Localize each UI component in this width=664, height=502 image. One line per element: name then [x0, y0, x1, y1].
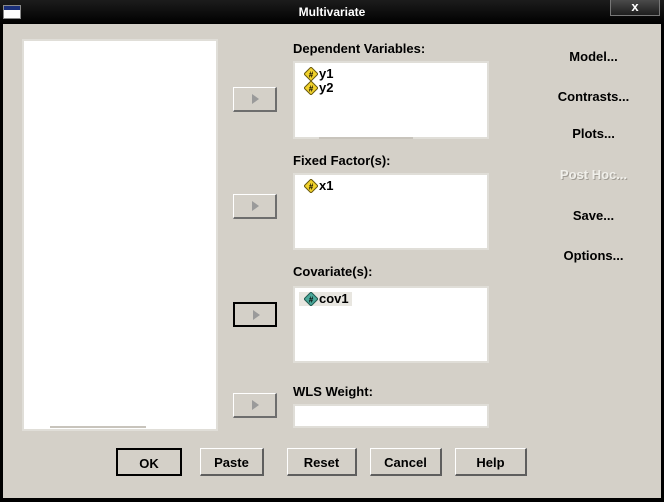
covariates-list[interactable]: # cov1: [293, 286, 489, 363]
ok-button[interactable]: OK: [116, 448, 182, 476]
scale-variable-icon: #: [304, 292, 318, 306]
list-item[interactable]: # x1: [299, 179, 336, 193]
plots-button[interactable]: Plots...: [539, 121, 648, 146]
cancel-button[interactable]: Cancel: [370, 448, 442, 476]
wls-weight-label: WLS Weight:: [293, 384, 373, 399]
right-arrow-icon: [252, 400, 259, 410]
move-to-covariate-button[interactable]: [233, 302, 277, 327]
wls-weight-field[interactable]: [293, 404, 489, 428]
scale-variable-icon: #: [304, 179, 318, 193]
source-variable-list[interactable]: [22, 39, 218, 431]
svg-text:#: #: [309, 183, 314, 192]
variable-name: y2: [319, 80, 334, 95]
horizontal-scrollbar[interactable]: [319, 137, 413, 139]
help-button[interactable]: Help: [455, 448, 527, 476]
variable-name: y1: [319, 66, 334, 81]
reset-button[interactable]: Reset: [287, 448, 357, 476]
move-to-fixed-factor-button[interactable]: [233, 194, 277, 219]
svg-text:#: #: [309, 85, 314, 94]
model-button[interactable]: Model...: [539, 44, 648, 69]
multivariate-dialog: Multivariate x Dependent Variables: # y1: [0, 0, 664, 502]
fixed-factors-list[interactable]: # x1: [293, 173, 489, 250]
right-arrow-icon: [252, 94, 259, 104]
move-to-wls-button[interactable]: [233, 393, 277, 418]
right-arrow-icon: [253, 310, 260, 320]
dialog-body: Dependent Variables: # y1 # y2 Fixed Fac…: [3, 24, 661, 498]
svg-text:#: #: [309, 296, 314, 305]
scale-variable-icon: #: [304, 81, 318, 95]
list-item[interactable]: # y2: [299, 81, 336, 95]
window-title: Multivariate: [298, 5, 366, 19]
variable-name: x1: [319, 178, 334, 193]
dependent-variables-list[interactable]: # y1 # y2: [293, 61, 489, 139]
dependent-variables-label: Dependent Variables:: [293, 41, 426, 56]
title-bar[interactable]: Multivariate x: [0, 0, 664, 24]
right-arrow-icon: [252, 201, 259, 211]
move-to-dependent-button[interactable]: [233, 87, 277, 112]
save-button[interactable]: Save...: [539, 203, 648, 228]
options-button[interactable]: Options...: [539, 243, 648, 268]
list-item[interactable]: # cov1: [299, 292, 352, 306]
scale-variable-icon: #: [304, 67, 318, 81]
svg-text:#: #: [309, 71, 314, 80]
contrasts-button[interactable]: Contrasts...: [539, 84, 648, 109]
post-hoc-button[interactable]: Post Hoc...: [539, 162, 648, 187]
paste-button[interactable]: Paste: [200, 448, 264, 476]
fixed-factors-label: Fixed Factor(s):: [293, 153, 391, 168]
horizontal-scrollbar[interactable]: [50, 426, 146, 428]
variable-name: cov1: [319, 291, 349, 306]
close-button[interactable]: x: [610, 0, 660, 16]
covariates-label: Covariate(s):: [293, 264, 373, 279]
list-item[interactable]: # y1: [299, 67, 336, 81]
